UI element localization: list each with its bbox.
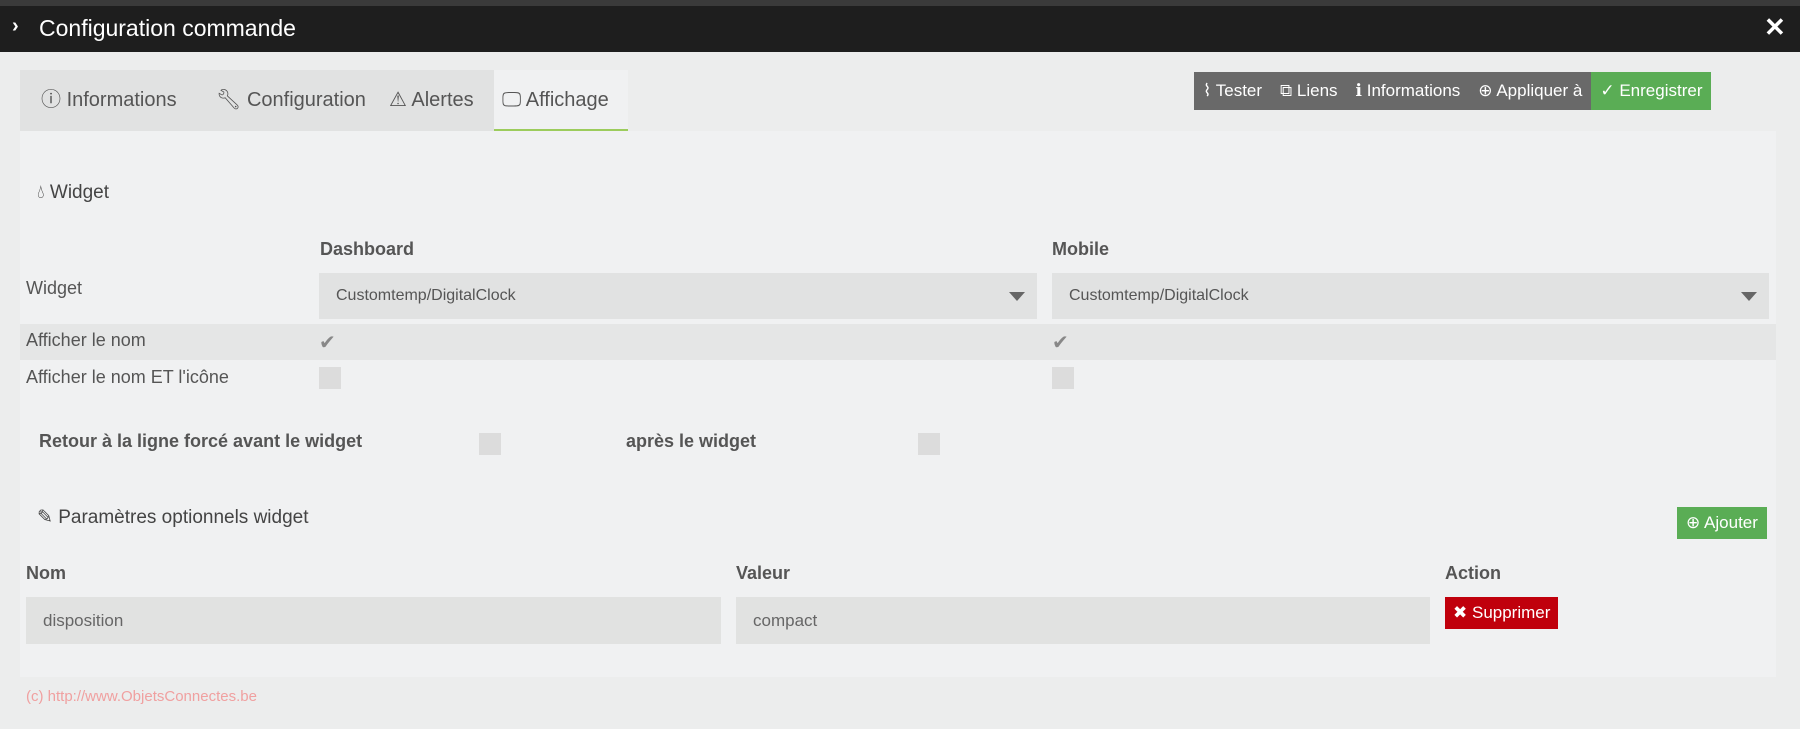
tab-configuration[interactable]: 🔧︎ Configuration (216, 70, 366, 131)
check-circle-icon: ✓ (1600, 81, 1615, 100)
caret-down-icon (1009, 292, 1025, 301)
affichage-panel (20, 131, 1776, 677)
info-icon: ℹ (1355, 81, 1363, 100)
mobile-widget-select[interactable]: Customtemp/DigitalClock (1052, 273, 1769, 319)
dashboard-afficher-nom-checkbox[interactable]: ✔ (319, 330, 336, 355)
supprimer-button[interactable]: ✖ Supprimer (1445, 597, 1559, 629)
tab-bar: ⓘ Informations 🔧︎ Configuration ⚠︎ Alert… (20, 70, 628, 131)
caret-down-icon (1741, 292, 1757, 301)
retour-avant-checkbox[interactable] (479, 433, 501, 455)
close-icon[interactable]: ✕ (1764, 12, 1786, 43)
widget-section-title: 💧︎ Widget (37, 182, 110, 203)
links-icon: ⧉ (1280, 81, 1293, 100)
plus-circle-icon: ⊕ (1478, 81, 1493, 100)
afficher-nom-label: Afficher le nom (26, 330, 146, 350)
tester-button[interactable]: ⌇ Tester (1194, 72, 1272, 110)
header-valeur: Valeur (736, 563, 791, 583)
times-icon: ✖ (1453, 603, 1468, 622)
mobile-nom-icone-checkbox[interactable] (1052, 367, 1074, 389)
appliquer-button[interactable]: ⊕ Appliquer à (1469, 72, 1592, 110)
info-circle-icon: ⓘ (41, 89, 61, 111)
retour-apres-checkbox[interactable] (918, 433, 940, 455)
magic-wand-icon: ✎ (37, 507, 53, 528)
toolbar: ⌇ Tester ⧉ Liens ℹ Informations ⊕ Appliq… (1194, 72, 1712, 110)
chevron-right-icon: › (12, 15, 19, 37)
wrench-icon: 🔧︎ (216, 89, 242, 111)
tint-icon: 💧︎ (37, 182, 45, 203)
ajouter-button[interactable]: ⊕ Ajouter (1677, 507, 1767, 539)
tab-alertes[interactable]: ⚠︎ Alertes (389, 70, 474, 131)
retour-apres-label: après le widget (626, 431, 757, 451)
tab-affichage[interactable]: 🖵︎ Affichage (494, 70, 628, 131)
param-valeur-input[interactable]: compact (736, 597, 1430, 644)
informations-button[interactable]: ℹ Informations (1346, 72, 1470, 110)
modal-title: Configuration commande (39, 15, 296, 41)
liens-button[interactable]: ⧉ Liens (1271, 72, 1347, 110)
dashboard-nom-icone-checkbox[interactable] (319, 367, 341, 389)
tab-informations[interactable]: ⓘ Informations (41, 70, 177, 131)
col-mobile: Mobile (1052, 239, 1109, 259)
monitor-icon: 🖵︎ (502, 89, 522, 111)
enregistrer-button[interactable]: ✓ Enregistrer (1591, 72, 1712, 110)
watermark: (c) http://www.ObjetsConnectes.be (26, 688, 257, 705)
retour-avant-label: Retour à la ligne forcé avant le widget (39, 431, 363, 451)
modal-titlebar: › Configuration commande ✕ (0, 6, 1800, 52)
col-dashboard: Dashboard (320, 239, 415, 259)
afficher-nom-icone-label: Afficher le nom ET l'icône (26, 367, 229, 387)
mobile-afficher-nom-checkbox[interactable]: ✔ (1052, 330, 1069, 355)
header-action: Action (1445, 563, 1501, 583)
param-nom-input[interactable]: disposition (26, 597, 721, 644)
widget-label: Widget (26, 278, 83, 298)
rss-icon: ⌇ (1203, 81, 1212, 100)
params-section-title: ✎ Paramètres optionnels widget (37, 507, 309, 528)
plus-circle-icon: ⊕ (1686, 513, 1701, 532)
header-nom: Nom (26, 563, 66, 583)
row-band (20, 324, 1776, 360)
warning-icon: ⚠︎ (389, 89, 407, 111)
dashboard-widget-select[interactable]: Customtemp/DigitalClock (319, 273, 1037, 319)
